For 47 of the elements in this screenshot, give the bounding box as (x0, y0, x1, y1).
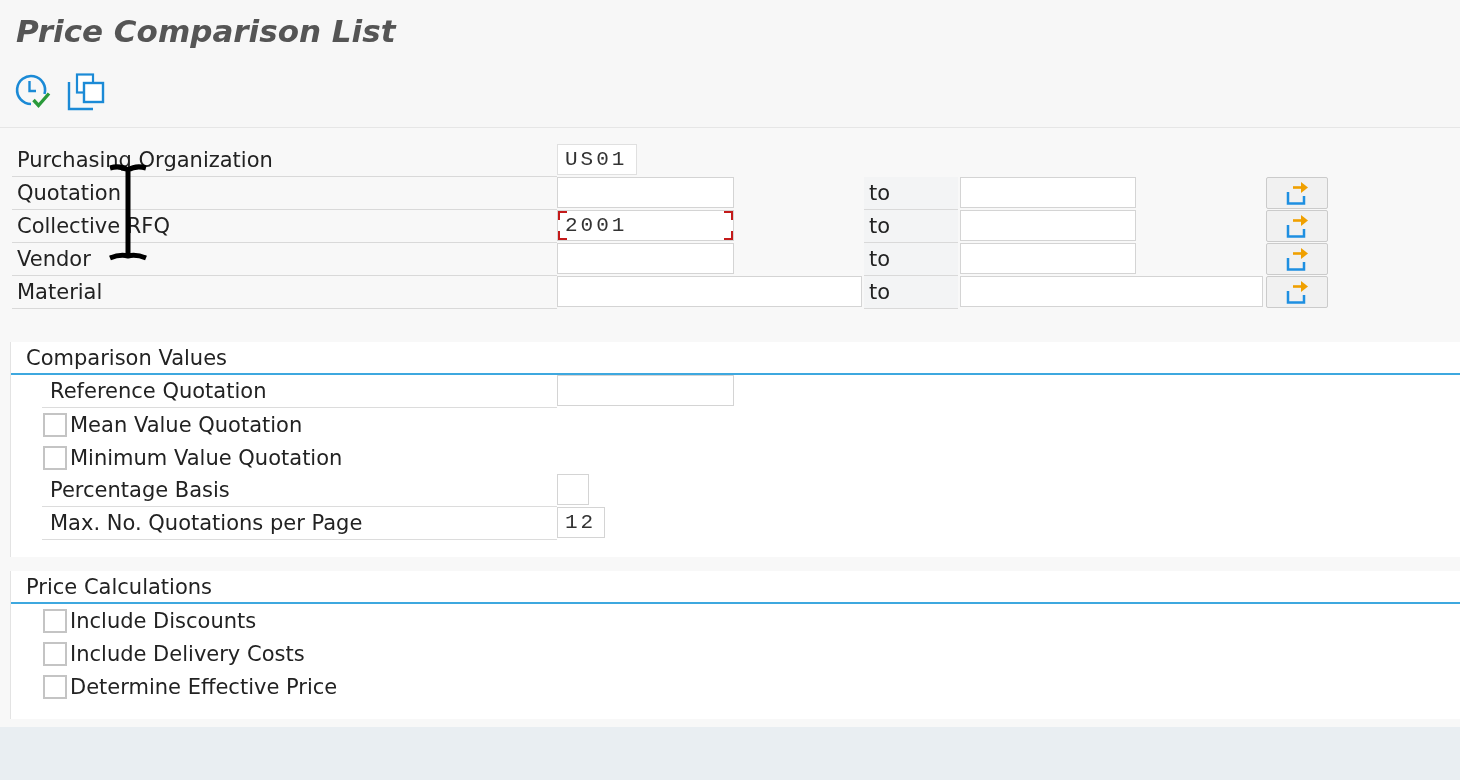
field-label: Purchasing Organization (12, 144, 557, 177)
input-field[interactable] (960, 276, 1263, 307)
section-title: Comparison Values (26, 345, 228, 372)
input-field[interactable]: US01 (557, 144, 637, 175)
input-field[interactable] (557, 243, 734, 274)
field-label: Material (12, 276, 557, 309)
clock-check-icon (14, 72, 52, 110)
checkbox-label: Determine Effective Price (70, 673, 338, 701)
input-field[interactable] (557, 177, 734, 208)
checkbox-label: Minimum Value Quotation (70, 444, 343, 472)
field-label: Quotation (12, 177, 557, 210)
range-to-label: to (864, 243, 958, 276)
input-field[interactable] (960, 177, 1136, 208)
input-field[interactable] (960, 243, 1136, 274)
box-arrow-icon (1285, 214, 1309, 238)
checkbox[interactable] (43, 674, 67, 699)
input-field[interactable] (960, 210, 1136, 241)
input-field[interactable]: 2001 (557, 210, 734, 241)
section-title: Price Calculations (26, 574, 212, 601)
field-label: Percentage Basis (42, 474, 557, 507)
input-field[interactable]: 12 (557, 507, 605, 538)
range-to-label: to (864, 276, 958, 309)
input-field[interactable] (557, 474, 589, 505)
checkbox[interactable] (43, 445, 67, 470)
checkbox-label: Mean Value Quotation (70, 411, 303, 439)
box-arrow-icon (1285, 280, 1309, 304)
checkbox[interactable] (43, 412, 67, 437)
input-field[interactable] (557, 276, 862, 307)
checkbox-label: Include Discounts (70, 607, 257, 635)
copy-button[interactable] (66, 72, 106, 112)
box-arrow-icon (1285, 181, 1309, 205)
multiple-selection-button[interactable] (1266, 276, 1328, 308)
multiple-selection-button[interactable] (1266, 177, 1328, 209)
multiple-selection-button[interactable] (1266, 210, 1328, 242)
checkbox[interactable] (43, 608, 67, 633)
multiple-selection-button[interactable] (1266, 243, 1328, 275)
field-label: Reference Quotation (42, 375, 557, 408)
field-label: Max. No. Quotations per Page (42, 507, 557, 540)
checkbox-label: Include Delivery Costs (70, 640, 305, 668)
box-arrow-icon (1285, 247, 1309, 271)
input-field[interactable] (557, 375, 734, 406)
field-label: Vendor (12, 243, 557, 276)
page-title: Price Comparison List (16, 12, 396, 50)
checkbox[interactable] (43, 641, 67, 666)
copy-icon (66, 72, 106, 112)
range-to-label: to (864, 177, 958, 210)
range-to-label: to (864, 210, 958, 243)
